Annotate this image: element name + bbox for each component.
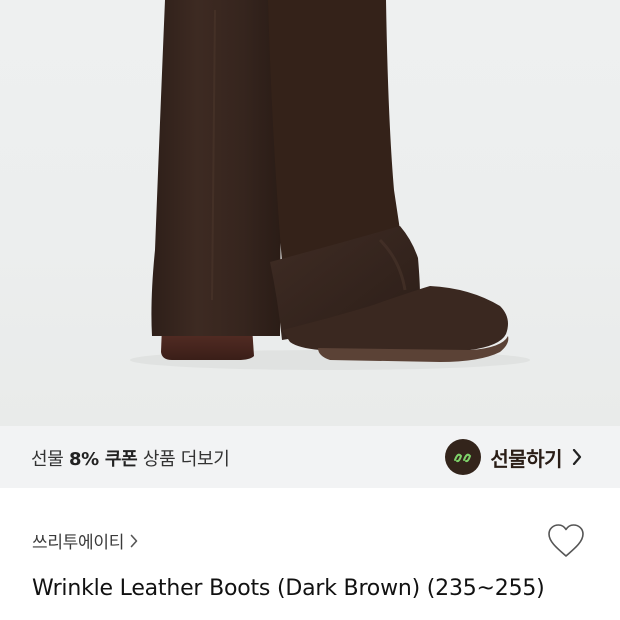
heart-outline-icon <box>548 524 584 557</box>
chevron-right-icon <box>572 449 582 465</box>
product-image[interactable] <box>0 0 620 426</box>
brand-name: 쓰리투에이티 <box>32 533 125 553</box>
brand-link[interactable]: 쓰리투에이티 <box>32 528 138 553</box>
gift-prefix: 선물 <box>31 449 64 470</box>
like-button[interactable] <box>546 522 586 560</box>
product-title: Wrinkle Leather Boots (Dark Brown) (235~… <box>32 576 545 601</box>
back-boot-shaft <box>151 0 282 336</box>
gift-button-label: 선물하기 <box>490 446 562 471</box>
chevron-right-icon <box>130 534 138 548</box>
gift-logo-icon <box>445 439 482 475</box>
gift-button[interactable]: 선물하기 <box>445 439 582 475</box>
gift-discount: 8% 쿠폰 <box>68 449 138 470</box>
front-boot-shaft <box>268 0 400 262</box>
gift-suffix: 상품 더보기 <box>142 449 230 470</box>
gift-coupon-banner[interactable]: 선물 8% 쿠폰 상품 더보기 선물하기 <box>0 426 620 488</box>
gift-coupon-text: 선물 8% 쿠폰 상품 더보기 <box>31 445 230 471</box>
boots-illustration <box>130 0 530 370</box>
